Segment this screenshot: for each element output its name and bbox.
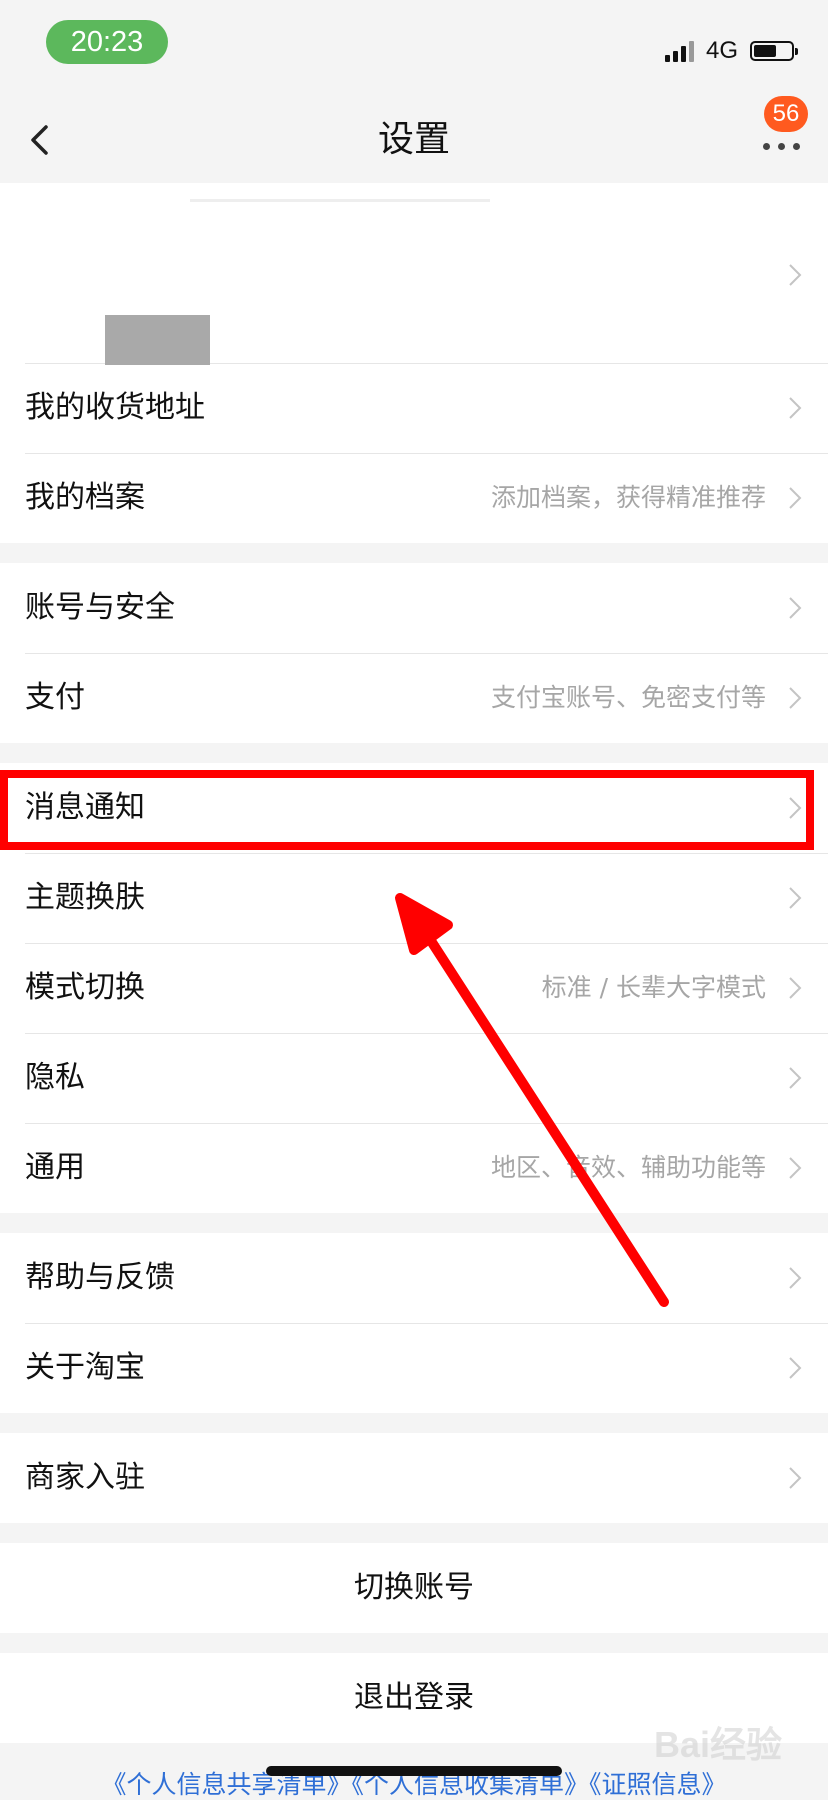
signal-icon <box>664 40 694 62</box>
baidu-watermark: Bai经验 <box>552 1706 782 1766</box>
list-item-account-security[interactable]: 账号与安全 <box>0 563 828 653</box>
card-merchant: 商家入驻 <box>0 1433 828 1523</box>
status-indicators: 4G <box>664 36 798 66</box>
highlight-box <box>0 770 814 850</box>
chevron-right-icon <box>789 977 802 999</box>
chevron-right-icon <box>789 264 802 286</box>
chevron-right-icon <box>789 397 802 419</box>
chevron-right-icon <box>789 1067 802 1089</box>
chevron-right-icon <box>789 1267 802 1289</box>
list-item-general[interactable]: 通用 地区、音效、辅助功能等 <box>0 1123 828 1213</box>
list-item-privacy[interactable]: 隐私 <box>0 1033 828 1123</box>
network-type: 4G <box>705 37 738 64</box>
watermark-text: Bai经验 <box>653 1724 782 1765</box>
more-dots-icon <box>763 143 800 150</box>
list-item-theme[interactable]: 主题换肤 <box>0 853 828 943</box>
message-badge: 56 <box>764 96 808 132</box>
list-item-payment[interactable]: 支付 支付宝账号、免密支付等 <box>0 653 828 743</box>
chevron-right-icon <box>789 487 802 509</box>
card-support: 帮助与反馈 关于淘宝 <box>0 1233 828 1413</box>
battery-icon <box>750 41 798 61</box>
page-title: 设置 <box>377 119 450 160</box>
list-item-profile-archive[interactable]: 我的档案 添加档案，获得精准推荐 <box>0 453 828 543</box>
home-indicator[interactable] <box>266 1766 562 1776</box>
list-item-help[interactable]: 帮助与反馈 <box>0 1233 828 1323</box>
list-item-address[interactable]: 我的收货地址 <box>0 363 828 453</box>
chevron-right-icon <box>789 1467 802 1489</box>
list-item-merchant[interactable]: 商家入驻 <box>0 1433 828 1523</box>
chevron-right-icon <box>789 687 802 709</box>
chevron-right-icon <box>789 1157 802 1179</box>
chevron-right-icon <box>789 597 802 619</box>
chevron-right-icon <box>789 887 802 909</box>
status-time: 20:23 <box>46 20 168 64</box>
list-item-mode[interactable]: 模式切换 标准 / 长辈大字模式 <box>0 943 828 1033</box>
avatar-placeholder <box>105 315 210 365</box>
switch-account-button[interactable]: 切换账号 <box>0 1543 828 1633</box>
card-account: 账号与安全 支付 支付宝账号、免密支付等 <box>0 563 828 743</box>
card-switch-account: 切换账号 <box>0 1543 828 1633</box>
chevron-right-icon <box>789 1357 802 1379</box>
list-item-about[interactable]: 关于淘宝 <box>0 1323 828 1413</box>
more-button[interactable]: 56 <box>732 96 808 160</box>
